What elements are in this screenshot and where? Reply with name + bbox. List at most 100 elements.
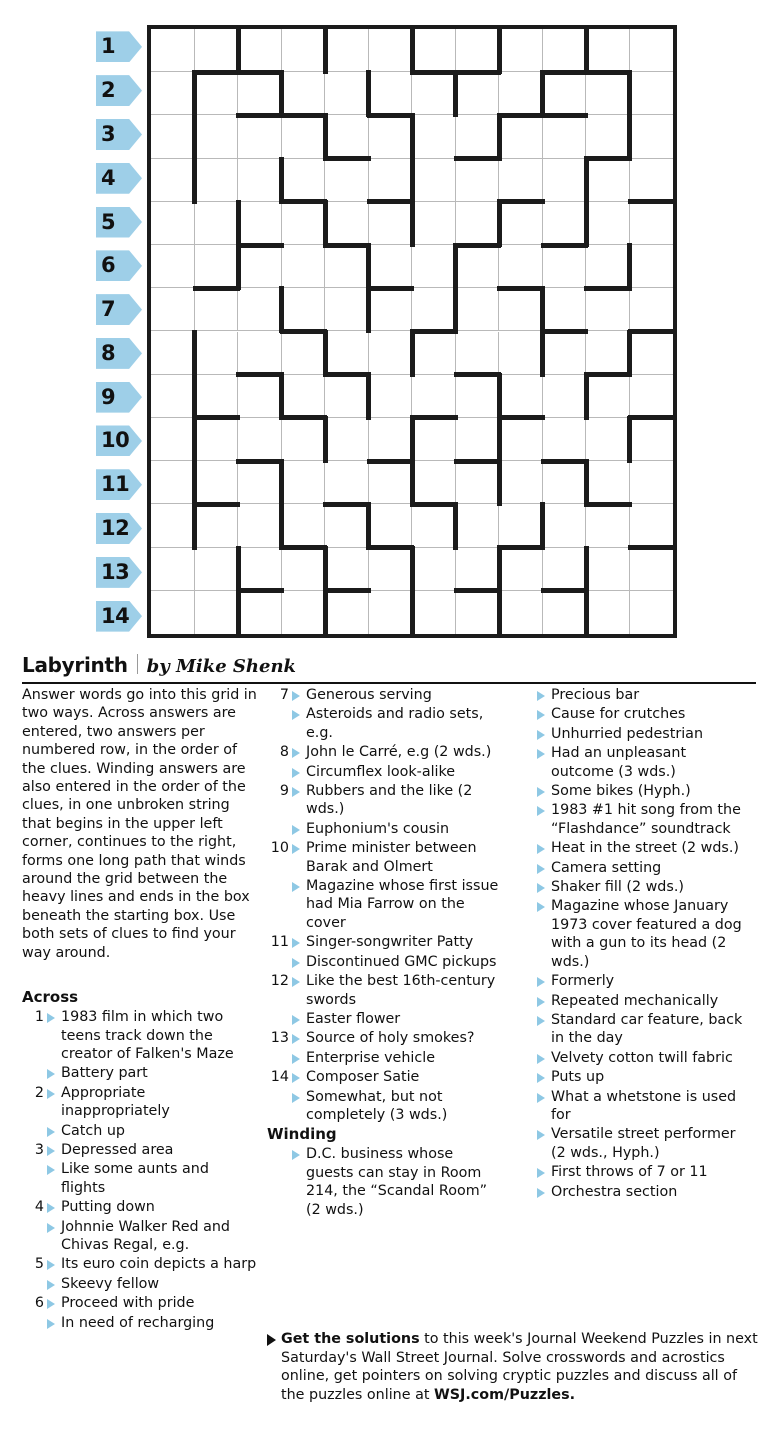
winding-clue[interactable]: Standard car feature, back in the day [512, 1011, 747, 1048]
heavy-wall-vertical [627, 70, 632, 118]
across-clue[interactable]: Euphonium's cousin [267, 820, 502, 838]
triangle-bullet-icon [47, 1279, 61, 1290]
row-tab-14: 14 [96, 600, 142, 632]
across-clue[interactable]: 4 Putting down [22, 1198, 257, 1216]
heavy-wall-vertical [235, 27, 241, 75]
winding-clue[interactable]: 1983 #1 hit song from the “Flashdance” s… [512, 801, 747, 838]
across-clue[interactable]: Somewhat, but not completely (3 wds.) [267, 1088, 502, 1125]
triangle-bullet-icon [47, 1299, 61, 1310]
row-tab-8: 8 [96, 337, 142, 369]
across-clue[interactable]: 7 Generous serving [267, 686, 502, 704]
clue-number: 12 [270, 973, 289, 990]
heavy-wall-horizontal [627, 329, 675, 334]
across-clue[interactable]: Battery part [22, 1064, 257, 1082]
winding-clue[interactable]: Orchestra section [512, 1183, 747, 1201]
clue-text: Source of holy smokes? [306, 1030, 475, 1047]
heavy-wall-horizontal [192, 501, 240, 507]
triangle-bullet-icon [292, 938, 306, 949]
across-clue[interactable]: Magazine whose first issue had Mia Farro… [267, 877, 502, 932]
clue-text: Like some aunts and flights [61, 1161, 209, 1196]
heavy-wall-horizontal [453, 458, 501, 464]
heavy-wall-horizontal [236, 372, 284, 378]
across-clue[interactable]: 10 Prime minister between Barak and Olmer… [267, 839, 502, 876]
heavy-wall-horizontal [192, 285, 240, 291]
across-clue[interactable]: 14 Composer Satie [267, 1068, 502, 1086]
across-clue[interactable]: Enterprise vehicle [267, 1049, 502, 1067]
row-tab-label: 3 [101, 121, 116, 146]
heavy-wall-horizontal [453, 69, 501, 75]
winding-clue[interactable]: Repeated mechanically [512, 992, 747, 1010]
across-clue[interactable]: Skeevy fellow [22, 1275, 257, 1293]
across-clue[interactable]: Catch up [22, 1122, 257, 1140]
row-tab-label: 7 [101, 297, 116, 322]
clue-text: Proceed with pride [61, 1295, 195, 1312]
across-clue[interactable]: 2 Appropriate inappropriately [22, 1084, 257, 1121]
clue-text: Its euro coin depicts a harp [61, 1256, 257, 1273]
across-clue[interactable]: Circumflex look-alike [267, 763, 502, 781]
clue-text: Precious bar [551, 687, 640, 703]
heavy-wall-vertical [366, 502, 371, 550]
winding-clue[interactable]: What a whetstone is used for [512, 1088, 747, 1125]
clue-text: Some bikes (Hyph.) [551, 783, 691, 800]
triangle-bullet-icon [47, 1222, 61, 1233]
heavy-wall-vertical [279, 459, 284, 507]
clue-text: Repeated mechanically [551, 992, 719, 1009]
row-tab-label: 8 [101, 340, 116, 365]
across-clue[interactable]: 1 1983 film in which two teens track down… [22, 1008, 257, 1063]
across-clue[interactable]: 6 Proceed with pride [22, 1294, 257, 1312]
triangle-bullet-icon [47, 1203, 61, 1214]
across-clue[interactable]: 9 Rubbers and the like (2 wds.) [267, 782, 502, 819]
winding-clue[interactable]: Shaker fill (2 wds.) [512, 878, 747, 896]
heavy-wall-vertical [409, 113, 415, 161]
across-clue[interactable]: Asteroids and radio sets, e.g. [267, 705, 502, 742]
winding-clue[interactable]: Puts up [512, 1068, 747, 1086]
winding-clue[interactable]: Versatile street performer (2 wds., Hyph… [512, 1125, 747, 1162]
across-clue[interactable]: 12 Like the best 16th-century swords [267, 972, 502, 1009]
across-clue[interactable]: 11 Singer-songwriter Patty [267, 933, 502, 951]
heavy-wall-vertical [453, 70, 458, 118]
clue-text: Euphonium's cousin [306, 820, 450, 837]
heavy-wall-vertical [540, 70, 545, 118]
across-clue[interactable]: Easter flower [267, 1010, 502, 1028]
triangle-bullet-icon [537, 729, 551, 740]
triangle-bullet-icon [537, 863, 551, 874]
winding-clue[interactable]: Had an unpleasant outcome (3 wds.) [512, 744, 747, 781]
heavy-wall-vertical [583, 199, 589, 248]
across-clue[interactable]: 5 Its euro coin depicts a harp [22, 1255, 257, 1273]
heavy-wall-vertical [279, 286, 284, 334]
title-line: Labyrinth by Mike Shenk [22, 652, 756, 680]
triangle-bullet-icon [292, 1092, 306, 1103]
winding-clue[interactable]: Camera setting [512, 859, 747, 877]
winding-clue[interactable]: Precious bar [512, 686, 747, 704]
winding-clue[interactable]: Velvety cotton twill fabric [512, 1049, 747, 1067]
winding-clue[interactable]: First throws of 7 or 11 [512, 1163, 747, 1181]
winding-clue[interactable]: Heat in the street (2 wds.) [512, 839, 747, 857]
triangle-bullet-icon [292, 977, 306, 988]
across-clue[interactable]: Johnnie Walker Red and Chivas Regal, e.g… [22, 1218, 257, 1255]
across-clue[interactable]: 3 Depressed area [22, 1141, 257, 1159]
winding-clue[interactable]: Unhurried pedestrian [512, 725, 747, 743]
winding-clue[interactable]: Formerly [512, 972, 747, 990]
heavy-wall-vertical [235, 199, 241, 248]
heavy-wall-horizontal [453, 372, 501, 378]
across-clue[interactable]: 13 Source of holy smokes? [267, 1029, 502, 1047]
across-clue[interactable]: In need of recharging [22, 1314, 257, 1332]
winding-clue[interactable]: D.C. business whose guests can stay in R… [267, 1145, 502, 1219]
triangle-bullet-icon [292, 957, 306, 968]
heavy-wall-horizontal [410, 415, 458, 421]
wsj-puzzles-link[interactable]: WSJ.com/Puzzles. [434, 1387, 575, 1403]
instructions-text: Answer words go into this grid in two wa… [22, 687, 257, 961]
crossword-grid[interactable] [147, 25, 677, 638]
clue-text: D.C. business whose guests can stay in R… [306, 1146, 488, 1218]
heavy-wall-horizontal [497, 199, 545, 205]
heavy-wall-vertical [322, 113, 328, 161]
winding-clue[interactable]: Some bikes (Hyph.) [512, 782, 747, 800]
across-clue[interactable]: Like some aunts and flights [22, 1160, 257, 1197]
across-clue[interactable]: Discontinued GMC pickups [267, 953, 502, 971]
byline: by Mike Shenk [146, 656, 297, 677]
heavy-wall-vertical [627, 329, 632, 377]
across-clue[interactable]: 8 John le Carré, e.g (2 wds.) [267, 743, 502, 761]
winding-clue[interactable]: Cause for crutches [512, 705, 747, 723]
triangle-bullet-icon [292, 1053, 306, 1064]
winding-clue[interactable]: Magazine whose January 1973 cover featur… [512, 897, 747, 971]
